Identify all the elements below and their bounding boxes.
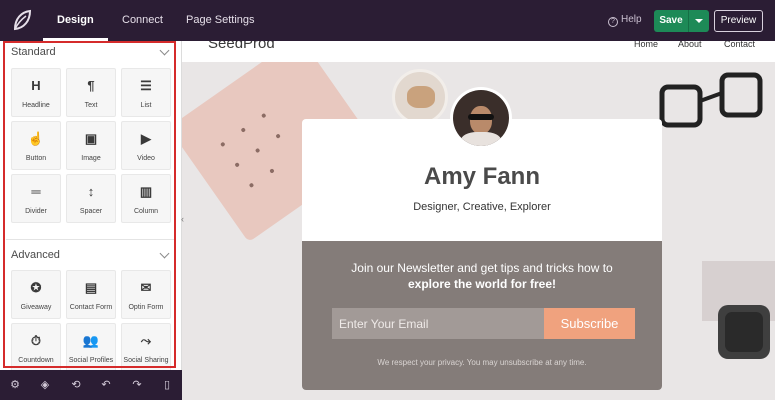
block-column[interactable]: ▥ Column — [121, 174, 171, 223]
eyeglasses-decoration — [659, 72, 763, 128]
site-header: SeedProd Home About Contact — [182, 41, 775, 62]
tab-design[interactable]: Design — [43, 0, 108, 41]
seedprod-logo-icon[interactable] — [11, 9, 33, 31]
tab-page-settings[interactable]: Page Settings — [186, 0, 255, 41]
avatar[interactable] — [450, 87, 512, 149]
blocks-sidebar: Standard H Headline ¶ Text ☰ List ☝ Butt… — [0, 41, 182, 372]
users-icon: 👥 — [82, 333, 100, 348]
nav-about[interactable]: About — [678, 41, 702, 49]
block-list[interactable]: ☰ List — [121, 68, 171, 117]
block-label: Headline — [22, 102, 50, 109]
block-label: Spacer — [79, 208, 103, 215]
sunglasses-icon — [468, 114, 494, 120]
block-headline[interactable]: H Headline — [11, 68, 61, 117]
history-icon[interactable]: ⟲ — [70, 379, 82, 391]
chevron-down-icon[interactable] — [159, 45, 170, 56]
block-label: Image — [81, 155, 101, 162]
gear-icon[interactable]: ⚙ — [9, 379, 21, 391]
image-icon: ▣ — [84, 131, 98, 146]
share-icon: ⤳ — [140, 333, 152, 348]
divider-icon: ═ — [31, 184, 41, 199]
block-label: Text — [84, 102, 98, 109]
bottom-toolbar: ⚙ ◈ ⟲ ↶ ↷ ▯ — [0, 370, 182, 400]
headline-icon: H — [31, 78, 41, 93]
pointer-icon: ☝ — [27, 131, 45, 146]
redo-icon[interactable]: ↷ — [131, 379, 143, 391]
smartwatch-decoration — [718, 305, 770, 359]
block-countdown[interactable]: ⏱ Countdown — [11, 323, 61, 372]
newsletter-section[interactable]: Join our Newsletter and get tips and tri… — [302, 241, 662, 390]
collapse-sidebar-icon[interactable]: ‹ — [181, 212, 189, 226]
avatar-photo — [453, 90, 509, 146]
block-optin-form[interactable]: ✉ Optin Form — [121, 270, 171, 319]
help-icon: ? — [608, 17, 618, 27]
block-spacer[interactable]: ↕ Spacer — [66, 174, 116, 223]
section-divider — [6, 239, 174, 240]
block-text[interactable]: ¶ Text — [66, 68, 116, 117]
privacy-notice: We respect your privacy. You may unsubsc… — [377, 358, 587, 367]
undo-icon[interactable]: ↶ — [100, 379, 112, 391]
section-title-standard[interactable]: Standard — [11, 46, 56, 58]
layers-icon[interactable]: ◈ — [39, 379, 51, 391]
nav-home[interactable]: Home — [634, 41, 658, 49]
preview-button[interactable]: Preview — [714, 10, 763, 32]
avatar-shirt — [461, 132, 501, 146]
stopwatch-icon: ⏱ — [30, 333, 42, 348]
block-label: Social Profiles — [68, 357, 114, 364]
block-social-profiles[interactable]: 👥 Social Profiles — [66, 323, 116, 372]
save-button-group: Save — [654, 10, 709, 32]
spacer-icon: ↕ — [87, 184, 95, 199]
envelope-icon: ✉ — [140, 280, 152, 295]
block-label: Social Sharing — [123, 357, 169, 364]
block-label: Button — [25, 155, 47, 162]
block-label: Column — [133, 208, 159, 215]
column-icon: ▥ — [139, 184, 153, 199]
block-divider[interactable]: ═ Divider — [11, 174, 61, 223]
paperclip-jar-decoration — [392, 69, 448, 125]
profile-name[interactable]: Amy Fann — [302, 163, 662, 191]
save-dropdown-chevron-icon[interactable] — [688, 10, 709, 32]
block-button[interactable]: ☝ Button — [11, 121, 61, 170]
section-title-advanced[interactable]: Advanced — [11, 249, 60, 261]
help-label: Help — [621, 14, 642, 25]
avatar-face — [470, 106, 492, 134]
block-video[interactable]: ▶ Video — [121, 121, 171, 170]
block-label: Countdown — [18, 357, 54, 364]
block-giveaway[interactable]: ✪ Giveaway — [11, 270, 61, 319]
email-field[interactable] — [332, 308, 544, 339]
nav-contact[interactable]: Contact — [724, 41, 755, 49]
tab-connect[interactable]: Connect — [122, 0, 163, 41]
video-icon: ▶ — [141, 131, 151, 146]
newsletter-heading: Join our Newsletter and get tips and tri… — [351, 261, 613, 275]
list-icon: ☰ — [140, 78, 152, 93]
form-icon: ▤ — [84, 280, 98, 295]
block-social-sharing[interactable]: ⤳ Social Sharing — [121, 323, 171, 372]
giveaway-icon: ✪ — [30, 280, 42, 295]
chevron-down-icon[interactable] — [159, 248, 170, 259]
profile-card[interactable]: Amy Fann Designer, Creative, Explorer Jo… — [302, 119, 662, 390]
subscribe-button[interactable]: Subscribe — [544, 308, 635, 339]
block-label: Divider — [25, 208, 47, 215]
block-label: Contact Form — [69, 304, 113, 311]
block-image[interactable]: ▣ Image — [66, 121, 116, 170]
save-button[interactable]: Save — [654, 10, 688, 32]
mobile-preview-icon[interactable]: ▯ — [161, 379, 173, 391]
block-contact-form[interactable]: ▤ Contact Form — [66, 270, 116, 319]
top-bar: Design Connect Page Settings ? Help Save … — [0, 0, 775, 41]
newsletter-subheading: explore the world for free! — [407, 277, 557, 291]
block-label: Video — [137, 155, 155, 162]
block-label: List — [140, 102, 152, 109]
site-logo[interactable]: SeedProd — [208, 41, 275, 52]
profile-tagline[interactable]: Designer, Creative, Explorer — [302, 201, 662, 213]
help-link[interactable]: ? Help — [608, 14, 642, 27]
block-label: Giveaway — [20, 304, 52, 311]
block-label: Optin Form — [128, 304, 164, 311]
paragraph-icon: ¶ — [87, 78, 95, 93]
